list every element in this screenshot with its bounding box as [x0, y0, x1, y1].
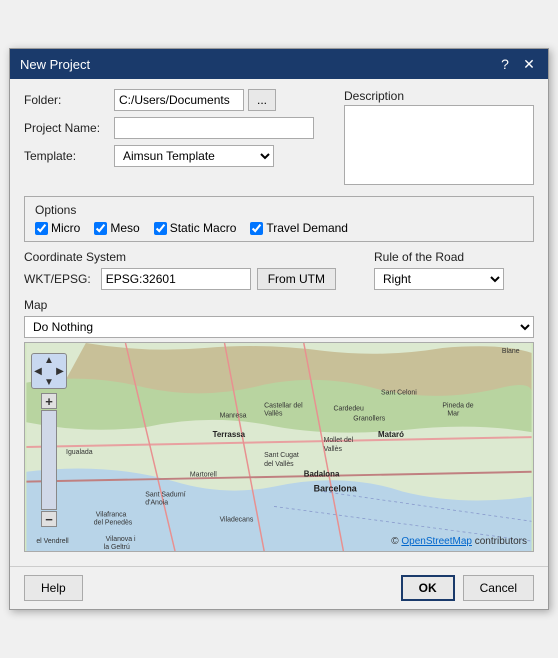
svg-text:del Penedès: del Penedès [94, 519, 133, 526]
map-controls: ▲ ▼ ◀ ▶ + − [31, 353, 67, 527]
dialog-footer: Help OK Cancel [10, 566, 548, 609]
dialog-title: New Project [20, 57, 90, 72]
micro-checkbox-label[interactable]: Micro [35, 221, 80, 235]
coordinate-system-section: Coordinate System WKT/EPSG: From UTM [24, 250, 354, 290]
options-legend: Options [35, 203, 523, 217]
description-label: Description [344, 89, 534, 103]
static-macro-checkbox[interactable] [154, 222, 167, 235]
wkt-label: WKT/EPSG: [24, 272, 91, 286]
left-form: Folder: ... Project Name: Template: Aims… [24, 89, 334, 188]
zoom-in-button[interactable]: + [41, 393, 57, 409]
wkt-row: WKT/EPSG: From UTM [24, 268, 354, 290]
svg-text:Granollers: Granollers [353, 415, 385, 422]
folder-row: Folder: ... [24, 89, 334, 111]
svg-text:Barcelona: Barcelona [314, 484, 358, 494]
rule-of-road-label: Rule of the Road [374, 250, 534, 264]
svg-text:Vilafranca: Vilafranca [96, 511, 127, 518]
rule-of-road-select[interactable]: Right Left [374, 268, 504, 290]
svg-text:Badalona: Badalona [304, 470, 340, 479]
meso-checkbox-label[interactable]: Meso [94, 221, 139, 235]
svg-text:Manresa: Manresa [220, 412, 247, 419]
svg-text:Pineda de: Pineda de [442, 402, 473, 409]
svg-text:Castellar del: Castellar del [264, 402, 303, 409]
footer-right-buttons: OK Cancel [401, 575, 534, 601]
title-bar-buttons: ? ✕ [496, 55, 538, 73]
svg-text:la Geltrú: la Geltrú [104, 544, 130, 551]
pan-down-icon[interactable]: ▼ [43, 376, 55, 388]
osm-credit: © OpenStreetMap contributors [391, 536, 527, 547]
folder-label: Folder: [24, 93, 114, 107]
help-icon-button[interactable]: ? [496, 55, 514, 73]
svg-text:Cardedeu: Cardedeu [333, 405, 364, 412]
map-dropdown-row: Do Nothing Use Map [24, 316, 534, 338]
map-svg: Manresa Sant Celoni Igualada Terrassa Sa… [25, 343, 533, 551]
coordinate-system-label: Coordinate System [24, 250, 354, 264]
pan-right-icon[interactable]: ▶ [54, 365, 66, 377]
svg-text:Martorell: Martorell [190, 472, 217, 479]
svg-text:Igualada: Igualada [66, 449, 93, 456]
map-container: Manresa Sant Celoni Igualada Terrassa Sa… [24, 342, 534, 552]
svg-text:Sant Sadurní: Sant Sadurní [145, 492, 185, 499]
new-project-dialog: New Project ? ✕ Folder: ... Project Name… [9, 48, 549, 610]
pan-left-icon[interactable]: ◀ [32, 365, 44, 377]
dialog-body: Folder: ... Project Name: Template: Aims… [10, 79, 548, 566]
svg-text:Mollet del: Mollet del [324, 437, 354, 444]
coord-rule-row: Coordinate System WKT/EPSG: From UTM Rul… [24, 250, 534, 290]
svg-text:d'Anoia: d'Anoia [145, 499, 168, 506]
ok-button[interactable]: OK [401, 575, 455, 601]
svg-text:el Vendrell: el Vendrell [36, 538, 69, 545]
map-label: Map [24, 298, 534, 312]
browse-button[interactable]: ... [248, 89, 276, 111]
svg-text:Terrassa: Terrassa [213, 430, 246, 439]
map-section: Map Do Nothing Use Map [24, 298, 534, 552]
description-section: Description [344, 89, 534, 188]
svg-text:del Vallès: del Vallès [264, 461, 294, 468]
from-utm-button[interactable]: From UTM [257, 268, 336, 290]
osm-link[interactable]: OpenStreetMap [401, 536, 472, 547]
zoom-scale [41, 410, 57, 510]
project-name-row: Project Name: [24, 117, 334, 139]
travel-demand-label: Travel Demand [266, 221, 348, 235]
meso-label: Meso [110, 221, 139, 235]
osm-prefix: © [391, 536, 401, 547]
micro-label: Micro [51, 221, 80, 235]
project-name-label: Project Name: [24, 121, 114, 135]
pan-control: ▲ ▼ ◀ ▶ [31, 353, 67, 389]
zoom-out-button[interactable]: − [41, 511, 57, 527]
help-button[interactable]: Help [24, 575, 83, 601]
svg-text:Viladecans: Viladecans [220, 516, 254, 523]
description-textarea[interactable] [344, 105, 534, 185]
meso-checkbox[interactable] [94, 222, 107, 235]
svg-text:Vilanova i: Vilanova i [106, 536, 136, 543]
static-macro-checkbox-label[interactable]: Static Macro [154, 221, 237, 235]
svg-text:Vallès: Vallès [264, 410, 283, 417]
options-row: Micro Meso Static Macro Travel Demand [35, 221, 523, 235]
osm-suffix: contributors [472, 536, 527, 547]
folder-input[interactable] [114, 89, 244, 111]
svg-text:Sant Cugat: Sant Cugat [264, 452, 299, 459]
svg-text:Mar: Mar [447, 410, 460, 417]
cancel-button[interactable]: Cancel [463, 575, 534, 601]
wkt-input[interactable] [101, 268, 251, 290]
svg-text:Vallès: Vallès [324, 446, 343, 453]
svg-text:Blane: Blane [502, 348, 520, 355]
template-label: Template: [24, 149, 114, 163]
close-icon-button[interactable]: ✕ [520, 55, 538, 73]
template-row: Template: Aimsun Template [24, 145, 334, 167]
static-macro-label: Static Macro [170, 221, 237, 235]
travel-demand-checkbox-label[interactable]: Travel Demand [250, 221, 348, 235]
svg-text:Mataró: Mataró [378, 430, 404, 439]
project-name-input[interactable] [114, 117, 314, 139]
micro-checkbox[interactable] [35, 222, 48, 235]
travel-demand-checkbox[interactable] [250, 222, 263, 235]
rule-of-road-section: Rule of the Road Right Left [374, 250, 534, 290]
options-group: Options Micro Meso Static Macro Travel D… [24, 196, 534, 242]
title-bar: New Project ? ✕ [10, 49, 548, 79]
top-section: Folder: ... Project Name: Template: Aims… [24, 89, 534, 188]
map-select[interactable]: Do Nothing Use Map [24, 316, 534, 338]
svg-text:Sant Celoni: Sant Celoni [381, 390, 417, 397]
template-select[interactable]: Aimsun Template [114, 145, 274, 167]
